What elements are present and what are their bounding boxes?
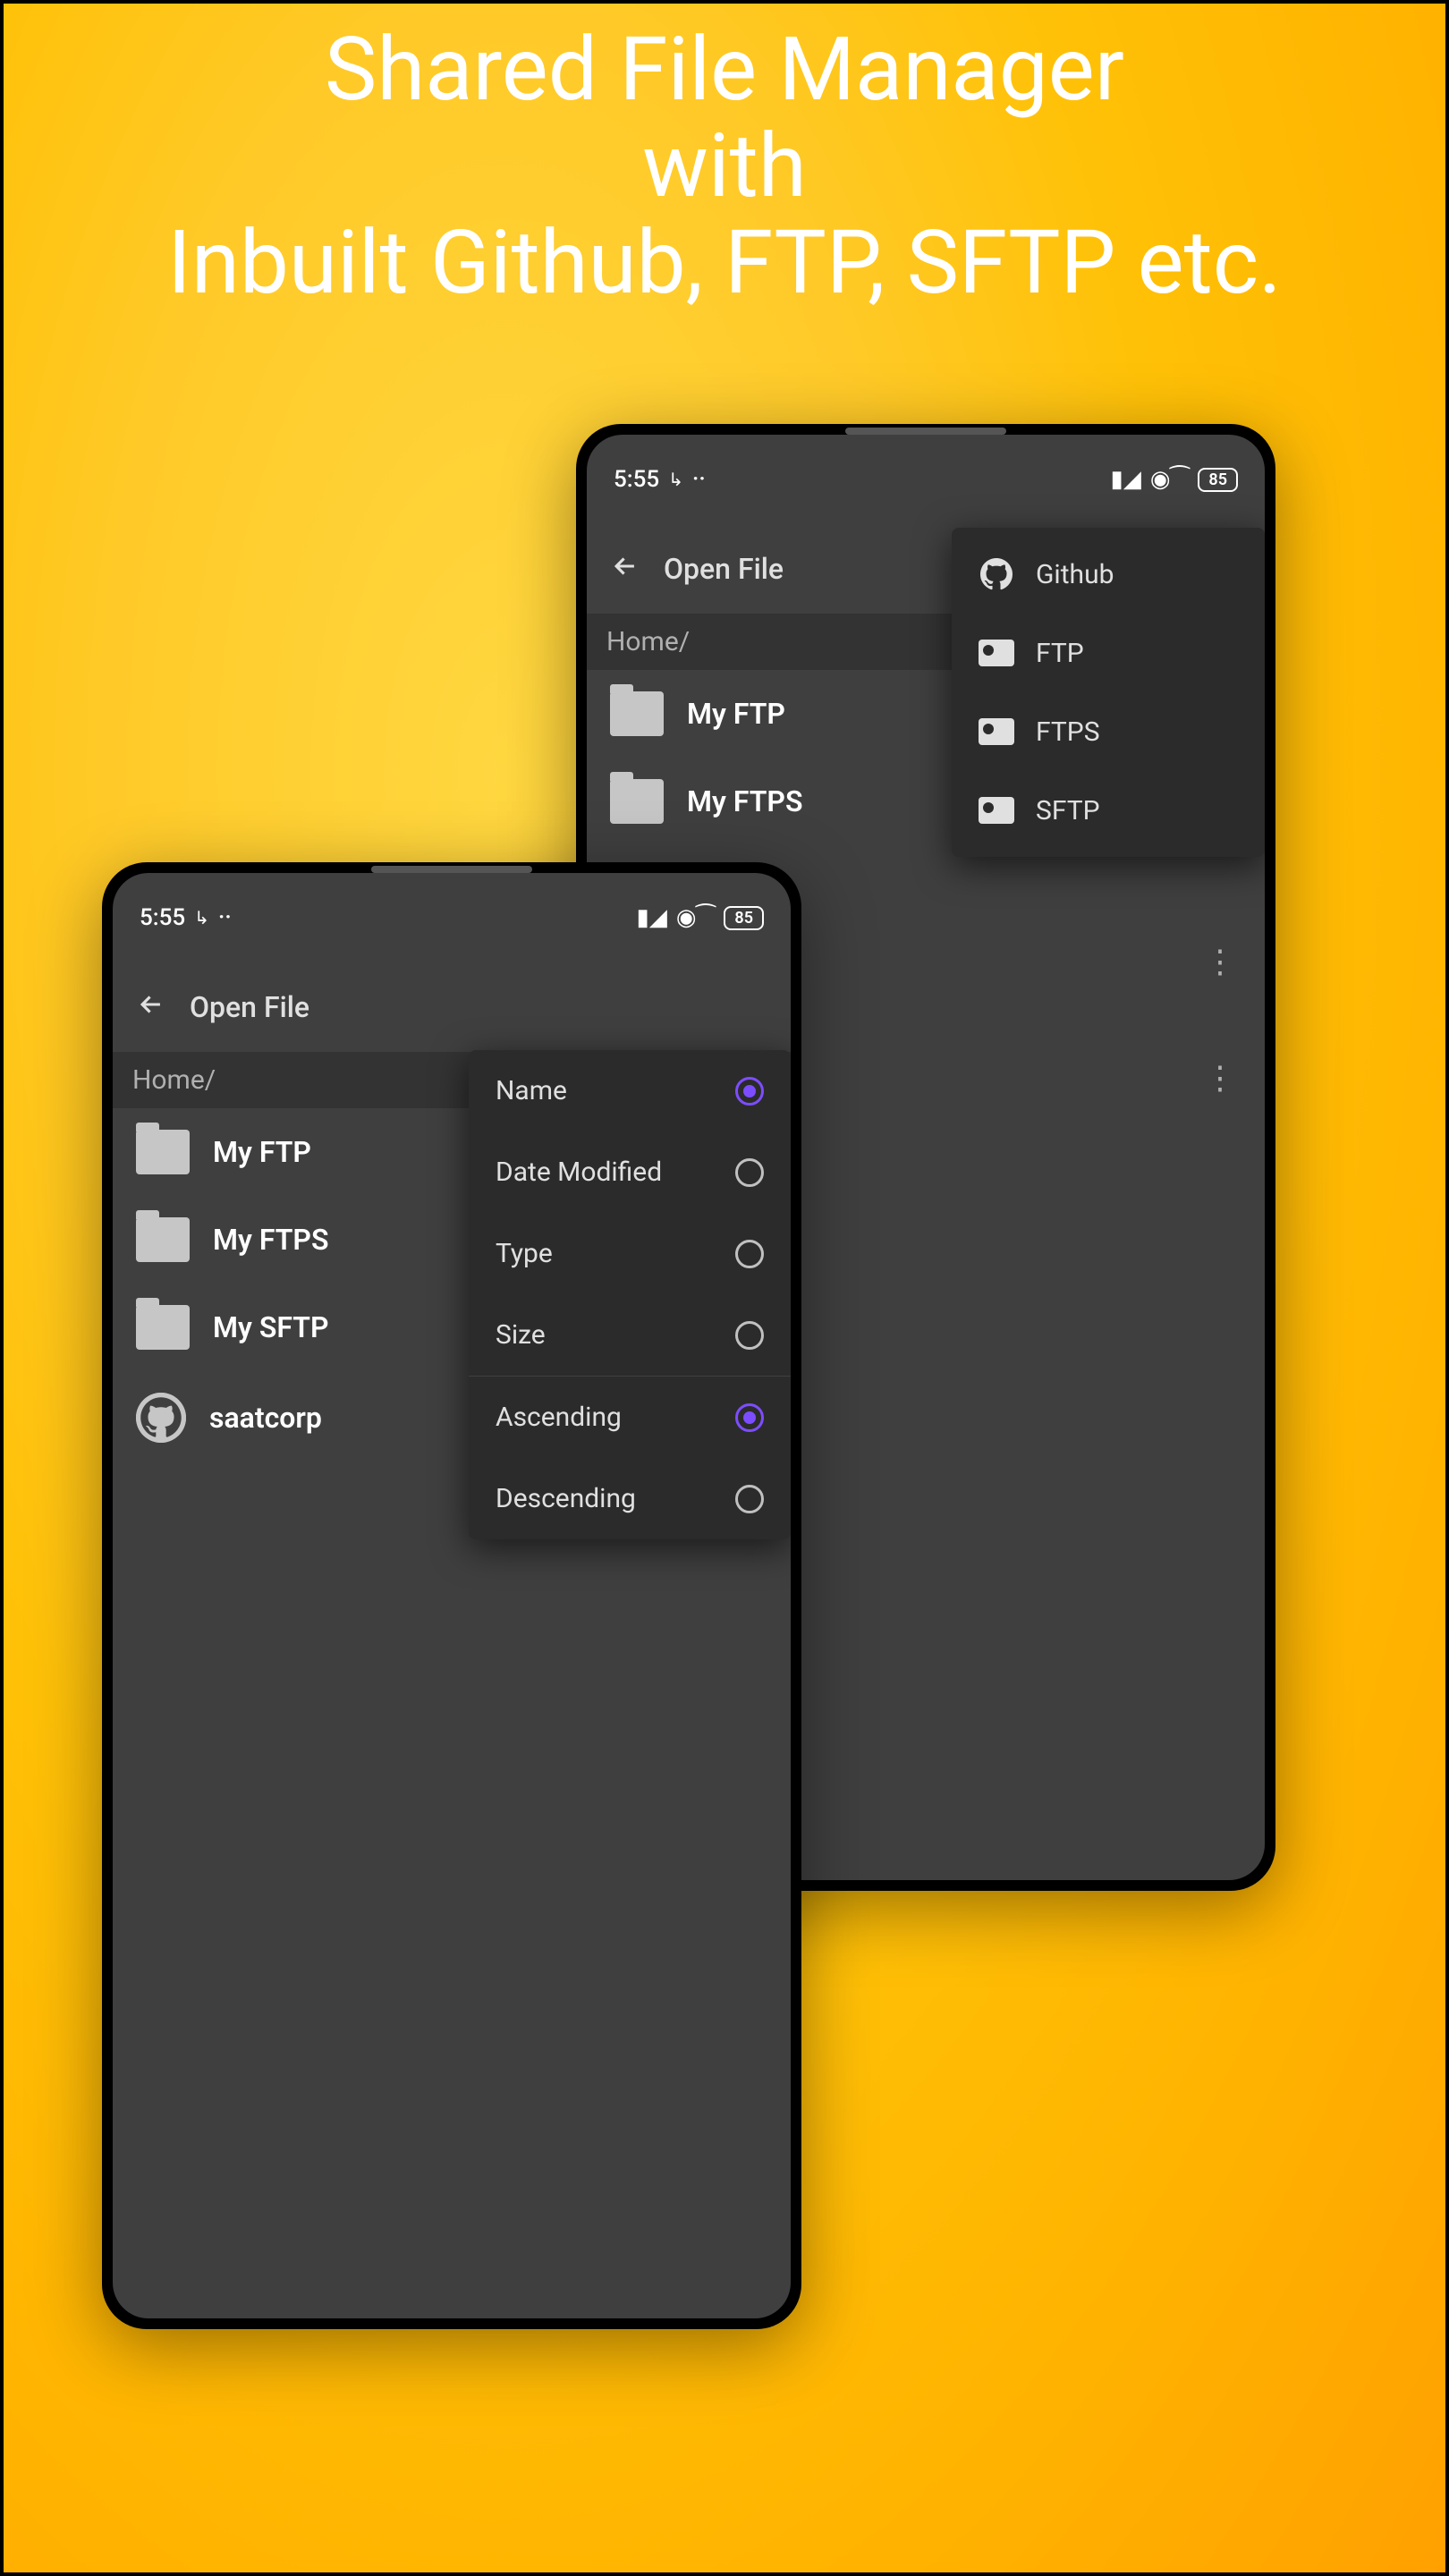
file-name: My FTPS: [687, 784, 802, 818]
battery-indicator: 85: [1198, 468, 1238, 492]
radio-unselected-icon: [735, 1240, 764, 1268]
status-bar: 5:55 ↳ ·· ▮◢ ◉⁀ 85: [113, 873, 791, 962]
sort-by-type[interactable]: Type: [469, 1213, 791, 1294]
file-name: My FTP: [213, 1135, 311, 1169]
sort-by-name[interactable]: Name: [469, 1050, 791, 1131]
radio-unselected-icon: [735, 1321, 764, 1350]
file-name: My FTPS: [213, 1223, 328, 1257]
sort-descending[interactable]: Descending: [469, 1458, 791, 1539]
account-card-icon: [979, 635, 1014, 671]
status-icon-dots: ··: [692, 466, 706, 493]
status-time: 5:55: [140, 904, 185, 931]
status-icon-lte: ↳: [668, 469, 683, 490]
earpiece: [845, 428, 1006, 435]
toolbar-title: Open File: [664, 552, 784, 586]
signal-icon: ▮◢: [637, 904, 667, 931]
folder-icon: [136, 1130, 190, 1174]
earpiece: [371, 866, 532, 873]
wifi-icon: ◉⁀: [676, 904, 716, 931]
file-name: My FTP: [687, 697, 785, 731]
status-icon-lte: ↳: [194, 907, 209, 928]
signal-icon: ▮◢: [1111, 466, 1141, 493]
add-source-menu: Github FTP FTPS SFTP: [952, 528, 1265, 857]
sort-option-label: Size: [496, 1319, 546, 1351]
overflow-menu-icon[interactable]: ⋮: [1204, 1070, 1236, 1086]
sort-direction-label: Ascending: [496, 1402, 622, 1433]
folder-icon: [136, 1217, 190, 1262]
github-icon: [136, 1393, 186, 1443]
status-time: 5:55: [614, 466, 659, 493]
account-card-icon: [979, 792, 1014, 828]
add-menu-sftp[interactable]: SFTP: [952, 771, 1265, 850]
status-icon-dots: ··: [218, 904, 232, 931]
file-name: My SFTP: [213, 1310, 328, 1344]
sort-menu: Name Date Modified Type Size Ascending: [469, 1050, 791, 1539]
app-toolbar: Open File: [113, 962, 791, 1052]
sort-by-date-modified[interactable]: Date Modified: [469, 1131, 791, 1213]
back-arrow-icon[interactable]: [610, 551, 640, 587]
folder-icon: [136, 1305, 190, 1350]
folder-icon: [610, 779, 664, 824]
phone-mockup-front: 5:55 ↳ ·· ▮◢ ◉⁀ 85 Open File Home/ My FT…: [102, 862, 801, 2329]
sort-option-label: Name: [496, 1075, 567, 1106]
add-menu-label: Github: [1036, 559, 1114, 590]
back-arrow-icon[interactable]: [136, 989, 166, 1025]
add-menu-ftp[interactable]: FTP: [952, 614, 1265, 692]
add-menu-github[interactable]: Github: [952, 535, 1265, 614]
battery-indicator: 85: [724, 906, 764, 930]
sort-option-label: Type: [496, 1238, 553, 1269]
add-menu-label: FTP: [1036, 638, 1084, 669]
radio-unselected-icon: [735, 1158, 764, 1187]
sort-direction-label: Descending: [496, 1483, 636, 1514]
sort-by-size[interactable]: Size: [469, 1294, 791, 1376]
folder-icon: [610, 691, 664, 736]
promo-line-3: Inbuilt Github, FTP, SFTP etc.: [4, 215, 1445, 311]
radio-unselected-icon: [735, 1485, 764, 1513]
radio-selected-icon: [735, 1403, 764, 1432]
radio-selected-icon: [735, 1077, 764, 1106]
status-bar: 5:55 ↳ ·· ▮◢ ◉⁀ 85: [587, 435, 1265, 524]
overflow-menu-icon[interactable]: ⋮: [1204, 953, 1236, 970]
add-menu-ftps[interactable]: FTPS: [952, 692, 1265, 771]
add-menu-label: SFTP: [1036, 795, 1100, 826]
add-menu-label: FTPS: [1036, 716, 1100, 748]
promo-line-2: with: [4, 118, 1445, 215]
toolbar-title: Open File: [190, 990, 309, 1024]
account-card-icon: [979, 714, 1014, 750]
sort-option-label: Date Modified: [496, 1157, 662, 1188]
wifi-icon: ◉⁀: [1150, 466, 1190, 493]
github-icon: [979, 556, 1014, 592]
sort-ascending[interactable]: Ascending: [469, 1377, 791, 1458]
file-name: saatcorp: [209, 1401, 322, 1435]
promo-headline: Shared File Manager with Inbuilt Github,…: [4, 4, 1445, 310]
promo-line-1: Shared File Manager: [4, 21, 1445, 118]
